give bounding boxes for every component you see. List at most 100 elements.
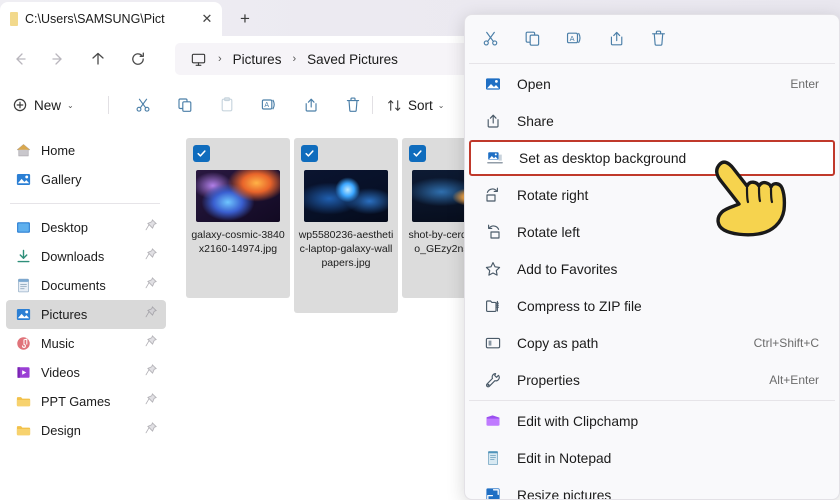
breadcrumb-saved-pictures[interactable]: Saved Pictures <box>302 50 403 69</box>
pin-icon[interactable] <box>144 363 160 382</box>
new-tab-icon[interactable]: + <box>232 7 258 31</box>
new-button[interactable]: New ⌄ <box>4 90 82 120</box>
menu-divider <box>469 400 835 401</box>
svg-text:A: A <box>264 102 269 109</box>
file-tile[interactable]: galaxy-cosmic-3840x2160-14974.jpg <box>186 138 290 298</box>
sidebar-item-videos[interactable]: Videos <box>6 358 166 387</box>
file-thumbnail <box>196 170 280 222</box>
zip-icon <box>483 296 503 316</box>
delete-button[interactable] <box>643 23 673 53</box>
menu-item-shortcut: Alt+Enter <box>769 373 819 387</box>
menu-item-copy-as-path[interactable]: Copy as path Ctrl+Shift+C <box>469 325 835 361</box>
rotate-left-icon <box>483 222 503 242</box>
pin-icon[interactable] <box>144 334 160 353</box>
chevron-down-icon: ⌄ <box>437 100 445 110</box>
sidebar-item-label: Desktop <box>41 220 88 235</box>
menu-item-label: Copy as path <box>517 335 599 351</box>
menu-item-share[interactable]: Share <box>469 103 835 139</box>
cut-button[interactable] <box>475 23 505 53</box>
sidebar-item-label: Videos <box>41 365 80 380</box>
rename-button[interactable]: A <box>559 23 589 53</box>
sidebar-item-gallery[interactable]: Gallery <box>6 165 166 194</box>
menu-item-compress-to-zip[interactable]: Compress to ZIP file <box>469 288 835 324</box>
menu-item-resize-pictures[interactable]: Resize pictures <box>469 477 835 499</box>
home-icon <box>14 142 32 160</box>
back-button[interactable] <box>6 45 34 73</box>
file-thumbnail <box>304 170 388 222</box>
delete-button[interactable] <box>338 90 368 120</box>
share-icon <box>483 111 503 131</box>
rename-button[interactable]: A <box>254 90 284 120</box>
forward-button[interactable] <box>44 45 72 73</box>
sidebar-item-music[interactable]: Music <box>6 329 166 358</box>
rotate-right-icon <box>483 185 503 205</box>
sidebar-item-downloads[interactable]: Downloads <box>6 242 166 271</box>
share-button[interactable] <box>601 23 631 53</box>
copy-button[interactable] <box>170 90 200 120</box>
navigation-sidebar: Home Gallery Desktop Downloads Documents… <box>0 128 172 500</box>
menu-item-add-to-favorites[interactable]: Add to Favorites <box>469 251 835 287</box>
sidebar-item-ppt-games[interactable]: PPT Games <box>6 387 166 416</box>
menu-item-label: Rotate left <box>517 224 580 240</box>
toolbar-divider <box>108 96 109 114</box>
sidebar-item-home[interactable]: Home <box>6 136 166 165</box>
sidebar-item-label: Design <box>41 423 81 438</box>
star-icon <box>483 259 503 279</box>
sort-button[interactable]: Sort ⌄ <box>378 90 452 120</box>
paste-button[interactable] <box>212 90 242 120</box>
browser-tab[interactable]: C:\Users\SAMSUNG\Pict ✕ <box>0 2 222 36</box>
file-name: wp5580236-aesthetic-laptop-galaxy-wallpa… <box>298 229 394 269</box>
folder-tab-icon <box>10 12 18 26</box>
breadcrumb-pictures[interactable]: Pictures <box>228 50 287 69</box>
file-checkbox[interactable] <box>409 145 426 162</box>
menu-item-set-as-desktop-background[interactable]: Set as desktop background <box>469 140 835 176</box>
close-tab-icon[interactable]: ✕ <box>196 8 218 30</box>
menu-item-properties[interactable]: Properties Alt+Enter <box>469 362 835 398</box>
menu-item-label: Rotate right <box>517 187 589 203</box>
folder-icon <box>14 422 32 440</box>
menu-item-label: Open <box>517 76 551 92</box>
sidebar-item-design[interactable]: Design <box>6 416 166 445</box>
pictures-icon <box>14 306 32 324</box>
sidebar-item-documents[interactable]: Documents <box>6 271 166 300</box>
pin-icon[interactable] <box>144 305 160 324</box>
file-checkbox[interactable] <box>301 145 318 162</box>
cut-button[interactable] <box>128 90 158 120</box>
resize-icon <box>483 485 503 499</box>
share-button[interactable] <box>296 90 326 120</box>
menu-item-shortcut: Enter <box>790 77 819 91</box>
menu-item-rotate-right[interactable]: Rotate right <box>469 177 835 213</box>
menu-item-label: Edit with Clipchamp <box>517 413 639 429</box>
up-button[interactable] <box>84 45 112 73</box>
downloads-icon <box>14 248 32 266</box>
copy-path-icon <box>483 333 503 353</box>
sidebar-divider <box>10 203 160 204</box>
breadcrumb-separator: › <box>218 53 222 65</box>
file-name: galaxy-cosmic-3840x2160-14974.jpg <box>191 229 285 255</box>
sidebar-item-desktop[interactable]: Desktop <box>6 213 166 242</box>
menu-item-label: Set as desktop background <box>519 150 687 166</box>
pin-icon[interactable] <box>144 218 160 237</box>
pin-icon[interactable] <box>144 421 160 440</box>
copy-button[interactable] <box>517 23 547 53</box>
folder-icon <box>14 393 32 411</box>
file-tile[interactable]: wp5580236-aesthetic-laptop-galaxy-wallpa… <box>294 138 398 313</box>
desktop-icon <box>14 219 32 237</box>
pin-icon[interactable] <box>144 247 160 266</box>
menu-item-edit-in-notepad[interactable]: Edit in Notepad <box>469 440 835 476</box>
menu-item-edit-with-clipchamp[interactable]: Edit with Clipchamp <box>469 403 835 439</box>
breadcrumb-this-pc-icon[interactable] <box>185 49 212 70</box>
svg-text:A: A <box>569 33 574 42</box>
menu-item-rotate-left[interactable]: Rotate left <box>469 214 835 250</box>
menu-item-open[interactable]: Open Enter <box>469 66 835 102</box>
pin-icon[interactable] <box>144 392 160 411</box>
pin-icon[interactable] <box>144 276 160 295</box>
sidebar-item-pictures[interactable]: Pictures <box>6 300 166 329</box>
refresh-button[interactable] <box>124 45 152 73</box>
sidebar-item-label: Home <box>41 143 76 158</box>
sidebar-item-label: Downloads <box>41 249 105 264</box>
chevron-down-icon: ⌄ <box>67 100 74 110</box>
context-menu-toolbar: A <box>465 15 839 61</box>
new-button-label: New <box>34 97 62 113</box>
file-checkbox[interactable] <box>193 145 210 162</box>
